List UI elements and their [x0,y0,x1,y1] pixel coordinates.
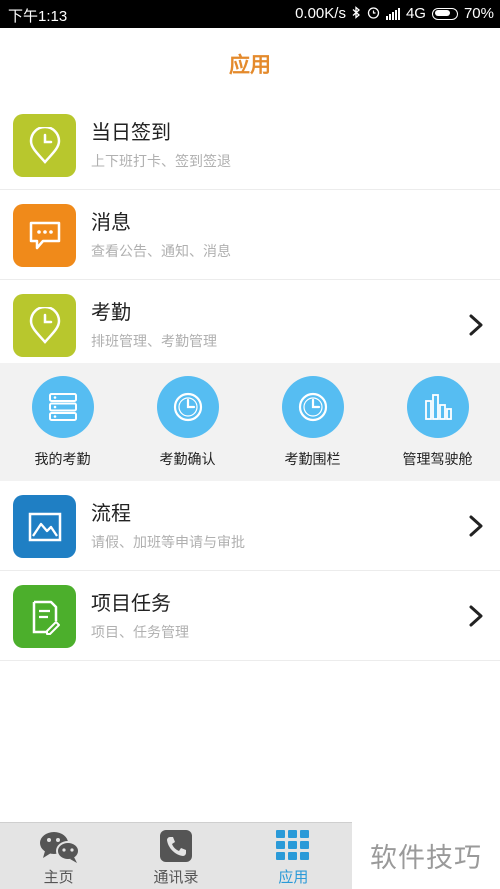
image-icon [13,495,76,558]
row-subtitle: 上下班打卡、签到签退 [91,154,231,170]
nav-item-contacts[interactable]: 通讯录 [117,823,234,889]
battery-percent: 70% [463,5,494,22]
status-time: 下午1:13 [8,8,68,25]
row-title: 项目任务 [91,591,171,615]
list-item-attendance[interactable]: 考勤 排班管理、考勤管理 [0,280,500,370]
grid-item-management-cockpit[interactable]: 管理驾驶舱 [375,363,500,481]
nav-label: 应用 [278,868,309,886]
header: 应用 [0,28,500,100]
wechat-chat-icon [39,832,80,863]
server-list-icon [31,376,94,438]
list-item-workflow[interactable]: 流程 请假、加班等申请与审批 [0,481,500,571]
list-item-daily-checkin[interactable]: 当日签到 上下班打卡、签到签退 [0,100,500,190]
phone-icon [159,830,192,862]
battery-icon [431,7,458,20]
page-title: 应用 [229,54,271,77]
nav-item-apps[interactable]: 应用 [235,823,352,889]
row-title: 流程 [91,501,131,525]
chevron-right-icon [469,515,483,537]
row-title: 当日签到 [91,120,171,144]
list-item-project-tasks[interactable]: 项目任务 项目、任务管理 [0,571,500,661]
bar-chart-icon [406,376,469,438]
row-title: 消息 [91,210,131,234]
grid-item-attendance-confirm[interactable]: 考勤确认 [125,363,250,481]
grid-label: 我的考勤 [34,452,91,468]
signal-icon [385,7,400,20]
location-clock-icon [13,294,76,357]
clock-icon [281,376,344,438]
nav-item-home[interactable]: 主页 [0,823,117,889]
watermark-area: 软件技巧 [352,822,500,889]
list-item-messages[interactable]: 消息 查看公告、通知、消息 [0,190,500,280]
attendance-grid: 我的考勤 考勤确认 考勤围栏 管理驾驶舱 [0,363,500,481]
status-bar: 下午1:13 0.00K/s 4G 70% [0,0,500,28]
location-clock-icon [13,114,76,177]
grid-label: 管理驾驶舱 [402,452,473,468]
nav-label: 主页 [43,868,74,886]
status-indicators: 0.00K/s 4G 70% [295,5,494,22]
chevron-right-icon [469,605,483,627]
bottom-nav: 主页 通讯录 应用 [0,822,352,889]
network-type: 4G [405,5,426,22]
app-screen: 下午1:13 0.00K/s 4G 70% 应用 当日签到 上下班打卡、签到签退 [0,0,500,889]
message-icon [13,204,76,267]
chevron-right-icon [469,314,483,336]
row-subtitle: 排班管理、考勤管理 [91,334,217,350]
grid-label: 考勤确认 [159,452,216,468]
network-speed: 0.00K/s [295,5,346,22]
row-subtitle: 查看公告、通知、消息 [91,244,231,260]
document-edit-icon [13,585,76,648]
nav-label: 通讯录 [153,868,199,886]
grid-item-attendance-fence[interactable]: 考勤围栏 [250,363,375,481]
bluetooth-icon [352,5,361,22]
grid-item-my-attendance[interactable]: 我的考勤 [0,363,125,481]
row-subtitle: 项目、任务管理 [91,625,189,641]
watermark: 软件技巧 [370,843,482,874]
clock-icon [156,376,219,438]
grid-apps-icon [276,830,310,860]
grid-label: 考勤围栏 [284,452,341,468]
alarm-icon [367,6,380,22]
row-subtitle: 请假、加班等申请与审批 [91,535,245,551]
row-title: 考勤 [91,300,131,324]
